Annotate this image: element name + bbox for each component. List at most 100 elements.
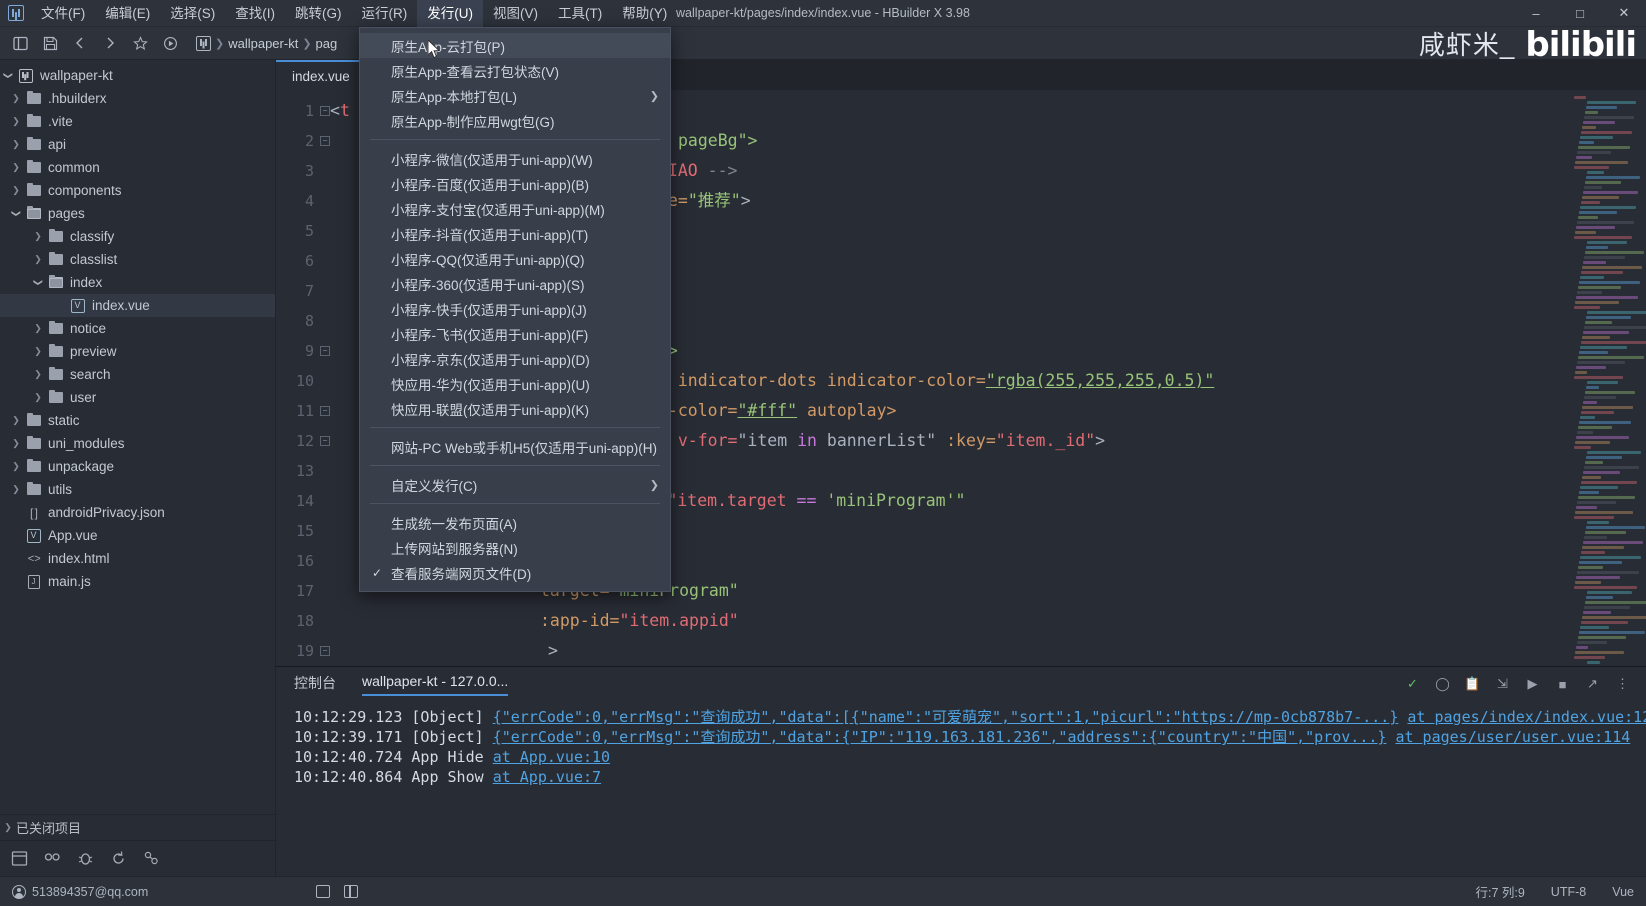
chevron-right-icon[interactable]: ❯ — [8, 140, 24, 149]
publish-menu-item-4-1[interactable]: 上传网站到服务器(N) — [360, 535, 670, 560]
chevron-right-icon[interactable]: ❯ — [8, 416, 24, 425]
tree-item-androidprivacy-json[interactable]: [ ] androidPrivacy.json — [0, 501, 275, 524]
panel-toggle-icon[interactable] — [6, 30, 34, 56]
menu-item-8[interactable]: 工具(T) — [548, 0, 612, 27]
fold-toggle-icon[interactable]: − — [320, 646, 330, 656]
closed-projects-row[interactable]: ❯ 已关闭项目 — [0, 814, 275, 840]
console-log-line[interactable]: 10:12:39.171 [Object] {"errCode":0,"errM… — [294, 727, 1646, 747]
publish-menu-item-1-8[interactable]: 小程序-京东(仅适用于uni-app)(D) — [360, 346, 670, 371]
fold-toggle-icon[interactable]: − — [320, 346, 330, 356]
chevron-right-icon[interactable]: ❯ — [8, 163, 24, 172]
publish-menu-item-4-0[interactable]: 生成统一发布页面(A) — [360, 510, 670, 535]
menu-item-0[interactable]: 文件(F) — [31, 0, 95, 27]
tree-item--hbuilderx[interactable]: ❯ .hbuilderx — [0, 87, 275, 110]
log-source-link[interactable]: at pages/index/index.vue:124 — [1407, 708, 1646, 726]
tree-item-index[interactable]: ❯ index — [0, 271, 275, 294]
publish-menu-item-1-9[interactable]: 快应用-华为(仅适用于uni-app)(U) — [360, 371, 670, 396]
chevron-right-icon[interactable]: ❯ — [8, 94, 24, 103]
publish-menu-item-0-2[interactable]: 原生App-本地打包(L) ❯ — [360, 83, 670, 108]
breadcrumb-item-pages[interactable]: pag — [316, 36, 338, 51]
publish-menu-item-1-1[interactable]: 小程序-百度(仅适用于uni-app)(B) — [360, 171, 670, 196]
menu-item-7[interactable]: 视图(V) — [483, 0, 548, 27]
code-minimap[interactable] — [1570, 90, 1646, 666]
tree-item-pages[interactable]: ❯ pages — [0, 202, 275, 225]
status-encoding[interactable]: UTF-8 — [1551, 885, 1586, 899]
debug-icon[interactable] — [76, 849, 95, 868]
publish-menu-item-3-0[interactable]: 自定义发行(C) ❯ — [360, 472, 670, 497]
tree-item--vite[interactable]: ❯ .vite — [0, 110, 275, 133]
breadcrumb-item-project[interactable]: wallpaper-kt — [228, 36, 298, 51]
status-language[interactable]: Vue — [1612, 885, 1634, 899]
more-icon[interactable]: ⋮ — [1613, 675, 1632, 694]
tree-item-wallpaper-kt[interactable]: ❯ wallpaper-kt — [0, 64, 275, 87]
console-tab-project[interactable]: wallpaper-kt - 127.0.0... — [362, 673, 509, 696]
menu-item-9[interactable]: 帮助(Y) — [612, 0, 677, 27]
tree-item-index-html[interactable]: < > index.html — [0, 547, 275, 570]
close-button[interactable]: ✕ — [1602, 0, 1646, 27]
star-icon[interactable] — [126, 30, 154, 56]
tree-item-utils[interactable]: ❯ utils — [0, 478, 275, 501]
chevron-right-icon[interactable]: ❯ — [30, 324, 46, 333]
publish-menu-item-0-3[interactable]: 原生App-制作应用wgt包(G) — [360, 108, 670, 133]
refresh-icon[interactable] — [109, 849, 128, 868]
fold-toggle-icon[interactable]: − — [320, 136, 330, 146]
stop-icon[interactable]: ▶ — [1523, 675, 1542, 694]
publish-menu-item-1-3[interactable]: 小程序-抖音(仅适用于uni-app)(T) — [360, 221, 670, 246]
chevron-right-icon[interactable]: ❯ — [8, 117, 24, 126]
new-window-icon[interactable]: ↗ — [1583, 675, 1602, 694]
publish-menu-item-4-2[interactable]: ✓ 查看服务端网页文件(D) — [360, 560, 670, 585]
chevron-right-icon[interactable]: ❯ — [30, 347, 46, 356]
publish-menu-item-0-0[interactable]: 原生App-云打包(P) — [360, 33, 670, 58]
publish-menu-item-1-10[interactable]: 快应用-联盟(仅适用于uni-app)(K) — [360, 396, 670, 421]
tree-item-preview[interactable]: ❯ preview — [0, 340, 275, 363]
back-arrow-icon[interactable] — [66, 30, 94, 56]
plugin-icon[interactable] — [142, 849, 161, 868]
chevron-down-icon[interactable]: ❯ — [34, 275, 44, 291]
fold-toggle-icon[interactable]: − — [320, 436, 330, 446]
chevron-right-icon[interactable]: ❯ — [30, 370, 46, 379]
log-source-link[interactable]: at App.vue:10 — [493, 748, 610, 766]
filter-icon[interactable]: ✓ — [1403, 675, 1422, 694]
status-account[interactable]: 513894357@qq.com — [12, 884, 148, 899]
log-payload[interactable]: {"errCode":0,"errMsg":"查询成功","data":{"IP… — [493, 728, 1387, 746]
log-source-link[interactable]: at pages/user/user.vue:114 — [1395, 728, 1630, 746]
run-icon[interactable] — [156, 30, 184, 56]
copy-icon[interactable]: 📋 — [1463, 675, 1482, 694]
chevron-right-icon[interactable]: ❯ — [30, 255, 46, 264]
square-icon[interactable]: ■ — [1553, 675, 1572, 694]
log-source-link[interactable]: at App.vue:7 — [493, 768, 601, 786]
log-payload[interactable]: {"errCode":0,"errMsg":"查询成功","data":[{"n… — [493, 708, 1399, 726]
tree-item-index-vue[interactable]: Vindex.vue — [0, 294, 275, 317]
console-log-line[interactable]: 10:12:40.724 App Hide at App.vue:10 — [294, 747, 1646, 767]
publish-menu-item-1-6[interactable]: 小程序-快手(仅适用于uni-app)(J) — [360, 296, 670, 321]
chevron-right-icon[interactable]: ❯ — [30, 232, 46, 241]
publish-dropdown-menu[interactable]: 原生App-云打包(P) 原生App-查看云打包状态(V) 原生App-本地打包(L… — [359, 27, 671, 592]
minimize-button[interactable]: – — [1514, 0, 1558, 27]
export-icon[interactable]: ⇲ — [1493, 675, 1512, 694]
chevron-right-icon[interactable]: ❯ — [30, 393, 46, 402]
console-log-line[interactable]: 10:12:29.123 [Object] {"errCode":0,"errM… — [294, 707, 1646, 727]
tree-item-uni-modules[interactable]: ❯ uni_modules — [0, 432, 275, 455]
publish-menu-item-1-7[interactable]: 小程序-飞书(仅适用于uni-app)(F) — [360, 321, 670, 346]
tree-item-classify[interactable]: ❯ classify — [0, 225, 275, 248]
menu-item-4[interactable]: 跳转(G) — [285, 0, 352, 27]
menu-item-3[interactable]: 查找(I) — [225, 0, 285, 27]
tree-item-api[interactable]: ❯ api — [0, 133, 275, 156]
chevron-down-icon[interactable]: ❯ — [4, 68, 14, 84]
menu-item-6[interactable]: 发行(U) — [417, 0, 483, 27]
chevron-right-icon[interactable]: ❯ — [8, 485, 24, 494]
tree-item-search[interactable]: ❯ search — [0, 363, 275, 386]
clear-icon[interactable]: ◯ — [1433, 675, 1452, 694]
forward-arrow-icon[interactable] — [96, 30, 124, 56]
console-log-line[interactable]: 10:12:40.864 App Show at App.vue:7 — [294, 767, 1646, 787]
publish-menu-item-1-4[interactable]: 小程序-QQ(仅适用于uni-app)(Q) — [360, 246, 670, 271]
tree-item-components[interactable]: ❯ components — [0, 179, 275, 202]
fold-toggle-icon[interactable]: − — [320, 406, 330, 416]
publish-menu-item-1-2[interactable]: 小程序-支付宝(仅适用于uni-app)(M) — [360, 196, 670, 221]
tree-item-notice[interactable]: ❯ notice — [0, 317, 275, 340]
tree-item-main-js[interactable]: Jmain.js — [0, 570, 275, 593]
chevron-right-icon[interactable]: ❯ — [8, 186, 24, 195]
layout-single-icon[interactable] — [316, 885, 331, 898]
search-icon[interactable] — [43, 849, 62, 868]
menu-item-1[interactable]: 编辑(E) — [95, 0, 160, 27]
